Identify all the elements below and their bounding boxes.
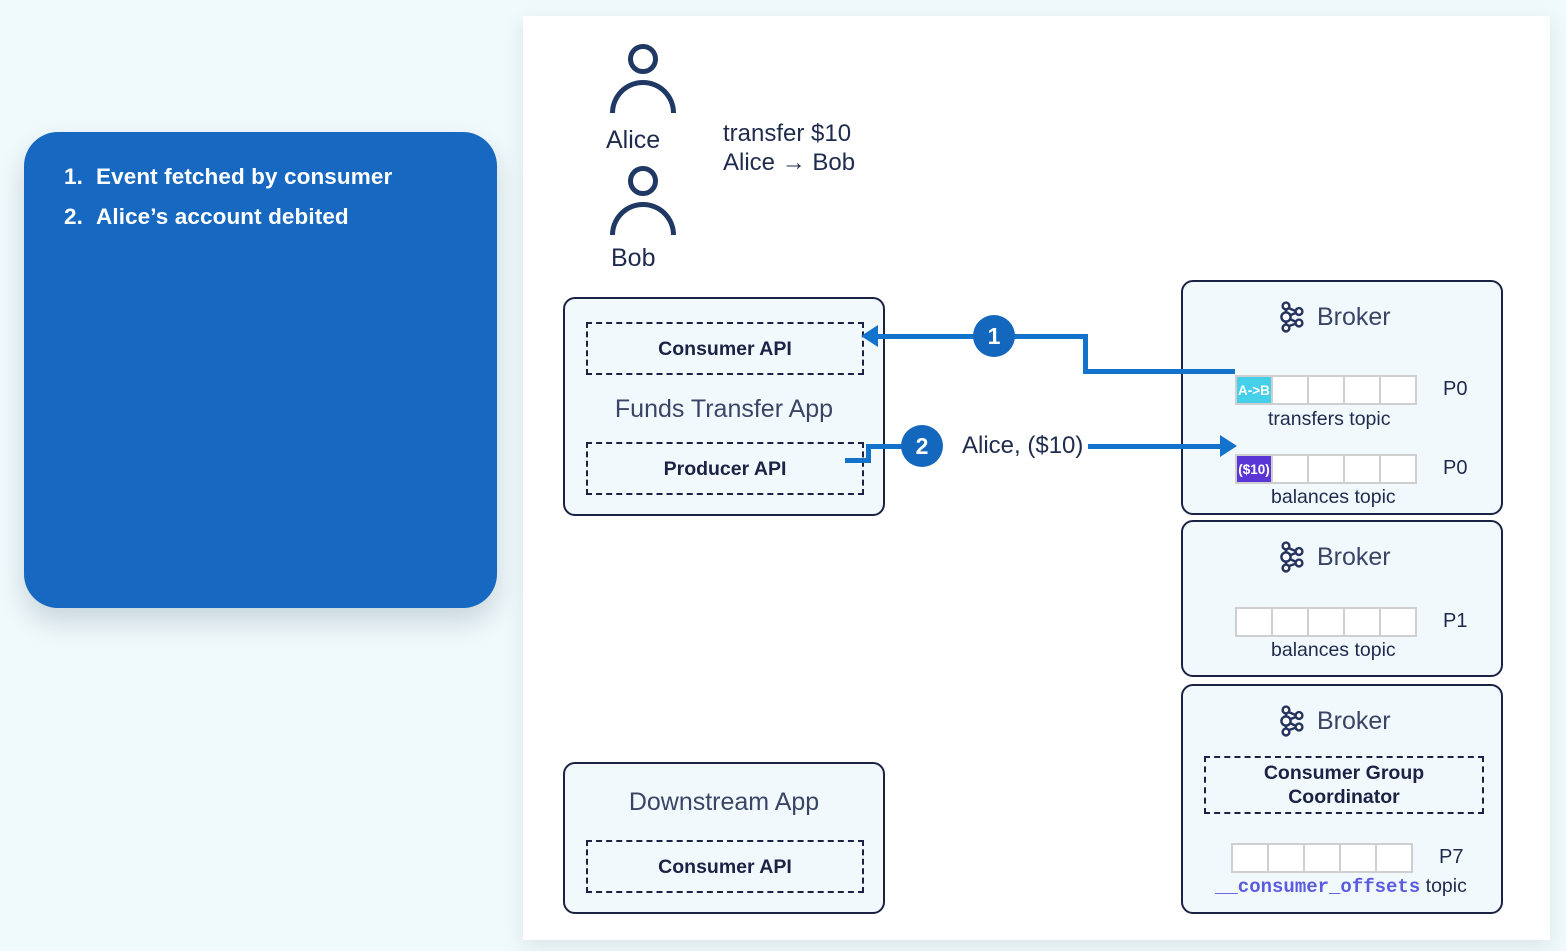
connector-2-arrowhead: [1220, 435, 1237, 457]
kafka-icon: [1280, 705, 1304, 737]
transfer-note-line1: transfer $10: [723, 120, 852, 147]
funds-transfer-consumer-api[interactable]: Consumer API: [586, 322, 864, 375]
partition-row-consumer-offsets: [1231, 843, 1413, 873]
funds-transfer-app-title: Funds Transfer App: [614, 395, 834, 423]
transfer-note-line2: Alice → Bob: [723, 149, 856, 176]
broker-box-1: Broker A->B P0 transfers topic ($10) P0 …: [1181, 280, 1503, 515]
step-2-edge-label: Alice, ($10): [957, 432, 1089, 460]
callout-item-number: 2.: [64, 204, 83, 229]
step-badge-1: 1: [973, 315, 1015, 357]
partition-cell[interactable]: [1235, 607, 1273, 637]
partition-cell[interactable]: [1307, 607, 1345, 637]
partition-cell[interactable]: ($10): [1235, 454, 1273, 484]
downstream-consumer-api[interactable]: Consumer API: [586, 840, 864, 893]
partition-cell[interactable]: [1271, 375, 1309, 405]
downstream-app-box: Downstream App Consumer API: [563, 762, 885, 914]
partition-row-transfers: A->B: [1235, 375, 1417, 405]
coordinator-label-line2: Coordinator: [1288, 786, 1400, 808]
consumer-group-coordinator-box[interactable]: Consumer Group Coordinator: [1204, 756, 1484, 814]
kafka-icon: [1280, 301, 1304, 333]
partition-row-balances-p0: ($10): [1235, 454, 1417, 484]
broker-header-1: Broker: [1277, 300, 1391, 334]
topic-label-consumer-offsets: __consumer_offsets topic: [1215, 875, 1467, 898]
coordinator-label-line1: Consumer Group: [1263, 762, 1425, 784]
kafka-icon: [1280, 541, 1304, 573]
partition-cell[interactable]: [1271, 607, 1309, 637]
broker-header-3: Broker: [1277, 704, 1391, 738]
partition-label-transfers: P0: [1443, 378, 1468, 400]
broker-box-2: Broker P1 balances topic: [1181, 520, 1503, 677]
person-icon-alice: [604, 44, 683, 122]
partition-cell[interactable]: [1267, 843, 1305, 873]
broker-box-3: Broker Consumer Group Coordinator P7 __c…: [1181, 684, 1503, 914]
partition-cell[interactable]: [1307, 454, 1345, 484]
partition-label-balances-p0: P0: [1443, 457, 1468, 479]
partition-cell[interactable]: [1343, 454, 1381, 484]
partition-row-balances-p1: [1235, 607, 1417, 637]
partition-cell[interactable]: [1343, 375, 1381, 405]
funds-transfer-app-box: Consumer API Funds Transfer App Producer…: [563, 297, 885, 516]
actor-label-bob: Bob: [611, 244, 656, 272]
broker-label-2: Broker: [1317, 542, 1391, 571]
step-badge-2: 2: [901, 425, 943, 467]
partition-cell[interactable]: [1379, 454, 1417, 484]
diagram-panel: Alice Bob transfer $10 Alice → Bob Consu…: [523, 16, 1550, 940]
person-icon-body: [610, 80, 676, 113]
person-icon-bob: [604, 166, 683, 244]
callout-item: 2. Alice’s account debited: [54, 204, 467, 230]
actor-label-alice: Alice: [606, 126, 661, 154]
partition-cell[interactable]: [1343, 607, 1381, 637]
topic-label-balances-p1: balances topic: [1271, 639, 1396, 661]
partition-cell[interactable]: [1379, 375, 1417, 405]
callout-item: 1. Event fetched by consumer: [54, 164, 467, 190]
connector-1-vertical: [1083, 334, 1088, 374]
broker-header-2: Broker: [1277, 540, 1391, 574]
callout-item-label: Alice’s account debited: [96, 204, 349, 229]
callout-item-number: 1.: [64, 164, 83, 189]
topic-label-balances-p0: balances topic: [1271, 486, 1396, 508]
topic-name-consumer-offsets: __consumer_offsets: [1215, 876, 1421, 898]
connector-1-horizontal-bottom: [1085, 369, 1235, 374]
partition-cell[interactable]: [1271, 454, 1309, 484]
partition-cell[interactable]: [1339, 843, 1377, 873]
person-icon-body: [610, 202, 676, 235]
person-icon-head: [628, 44, 658, 74]
person-icon-head: [628, 166, 658, 196]
partition-cell[interactable]: [1231, 843, 1269, 873]
partition-cell[interactable]: A->B: [1235, 375, 1273, 405]
steps-callout-card: 1. Event fetched by consumer 2. Alice’s …: [24, 132, 497, 608]
broker-label-1: Broker: [1317, 302, 1391, 331]
partition-cell[interactable]: [1375, 843, 1413, 873]
callout-item-label: Event fetched by consumer: [96, 164, 393, 189]
partition-label-balances-p1: P1: [1443, 610, 1468, 632]
connector-1-arrowhead: [861, 325, 878, 347]
partition-cell[interactable]: [1379, 607, 1417, 637]
partition-cell[interactable]: [1303, 843, 1341, 873]
partition-label-consumer-offsets: P7: [1439, 846, 1464, 868]
downstream-app-title: Downstream App: [628, 788, 820, 816]
broker-label-3: Broker: [1317, 706, 1391, 735]
partition-cell[interactable]: [1307, 375, 1345, 405]
funds-transfer-producer-api[interactable]: Producer API: [586, 442, 864, 495]
topic-suffix-consumer-offsets: topic: [1420, 875, 1467, 897]
topic-label-transfers: transfers topic: [1268, 408, 1391, 430]
